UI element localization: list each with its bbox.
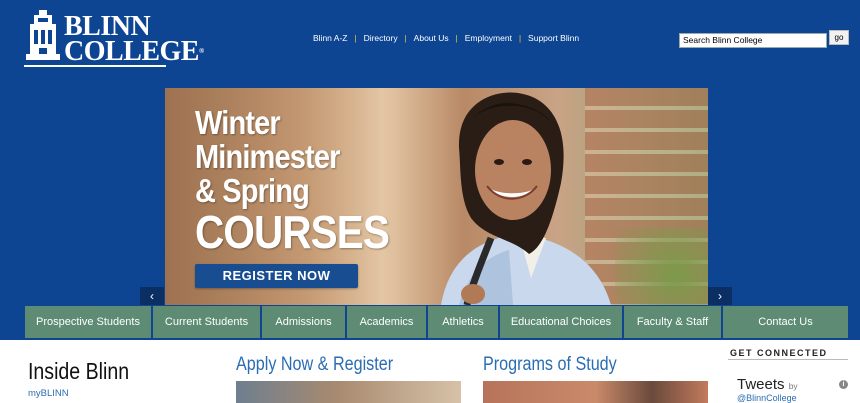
banner-headline-line-4: COURSES bbox=[195, 206, 390, 258]
twitter-widget-title: Tweets by bbox=[737, 376, 798, 393]
mainnav-current-students[interactable]: Current Students bbox=[153, 306, 262, 338]
nav-link-about-us[interactable]: About Us bbox=[414, 33, 449, 43]
logo-line-2: COLLEGE® bbox=[64, 36, 204, 67]
tower-icon bbox=[26, 10, 60, 60]
mainnav-faculty-staff[interactable]: Faculty & Staff bbox=[624, 306, 723, 338]
hero-banner[interactable]: Winter Minimester & Spring COURSES REGIS… bbox=[165, 88, 708, 305]
mainnav-athletics[interactable]: Athletics bbox=[428, 306, 500, 338]
search-input[interactable] bbox=[679, 32, 827, 48]
search-go-button[interactable]: go bbox=[829, 30, 849, 45]
logo-underline bbox=[24, 65, 166, 67]
mainnav-educational-choices[interactable]: Educational Choices bbox=[500, 306, 624, 338]
registered-mark: ® bbox=[198, 47, 204, 55]
blinn-college-logo[interactable]: BLINN COLLEGE® bbox=[24, 10, 204, 68]
apply-now-title[interactable]: Apply Now & Register bbox=[236, 354, 393, 376]
nav-separator: | bbox=[404, 33, 407, 43]
carousel-next-button[interactable]: › bbox=[708, 287, 732, 305]
mainnav-contact-us[interactable]: Contact Us bbox=[723, 306, 848, 338]
banner-headline-line-1: Winter bbox=[195, 104, 281, 141]
tweets-label: Tweets bbox=[737, 376, 785, 393]
nav-link-support-blinn[interactable]: Support Blinn bbox=[528, 33, 579, 43]
get-connected-heading: GET CONNECTED bbox=[730, 348, 828, 358]
banner-headline: Winter Minimester & Spring COURSES bbox=[195, 104, 390, 258]
student-photo bbox=[441, 92, 611, 305]
nav-separator: | bbox=[518, 33, 522, 43]
mainnav-admissions[interactable]: Admissions bbox=[262, 306, 347, 338]
inside-blinn-title: Inside Blinn bbox=[28, 358, 130, 384]
chevron-left-icon: ‹ bbox=[150, 289, 154, 303]
mainnav-academics[interactable]: Academics bbox=[347, 306, 428, 338]
banner-headline-line-2: Minimester bbox=[195, 138, 340, 175]
tweets-by: by bbox=[788, 381, 798, 391]
logo-line-2-text: COLLEGE bbox=[64, 36, 199, 67]
nav-link-directory[interactable]: Directory bbox=[364, 33, 398, 43]
programs-of-study-image[interactable] bbox=[483, 381, 708, 403]
nav-separator: | bbox=[354, 33, 357, 43]
mainnav-prospective-students[interactable]: Prospective Students bbox=[25, 306, 153, 338]
myblinn-link[interactable]: myBLINN bbox=[28, 388, 69, 399]
twitter-handle-link[interactable]: @BlinnCollege bbox=[737, 393, 797, 403]
content-area: Inside Blinn myBLINN Apply Now & Registe… bbox=[0, 340, 860, 403]
site-header: BLINN COLLEGE® Blinn A-Z | Directory | A… bbox=[0, 0, 860, 82]
programs-of-study-title[interactable]: Programs of Study bbox=[483, 354, 617, 376]
apply-now-image[interactable] bbox=[236, 381, 461, 403]
nav-link-employment[interactable]: Employment bbox=[465, 33, 512, 43]
get-connected-divider bbox=[728, 359, 848, 360]
logo-wordmark: BLINN COLLEGE® bbox=[64, 13, 204, 67]
site-search: go bbox=[679, 30, 849, 48]
nav-link-blinn-a-z[interactable]: Blinn A-Z bbox=[313, 33, 348, 43]
nav-separator: | bbox=[455, 33, 458, 43]
register-now-button[interactable]: REGISTER NOW bbox=[195, 264, 358, 288]
utility-nav: Blinn A-Z | Directory | About Us | Emplo… bbox=[313, 33, 579, 43]
main-nav: Prospective Students Current Students Ad… bbox=[25, 306, 848, 338]
carousel-prev-button[interactable]: ‹ bbox=[140, 287, 164, 305]
info-icon[interactable]: i bbox=[839, 380, 848, 389]
banner-headline-line-3: & Spring bbox=[195, 172, 310, 209]
chevron-right-icon: › bbox=[718, 289, 722, 303]
